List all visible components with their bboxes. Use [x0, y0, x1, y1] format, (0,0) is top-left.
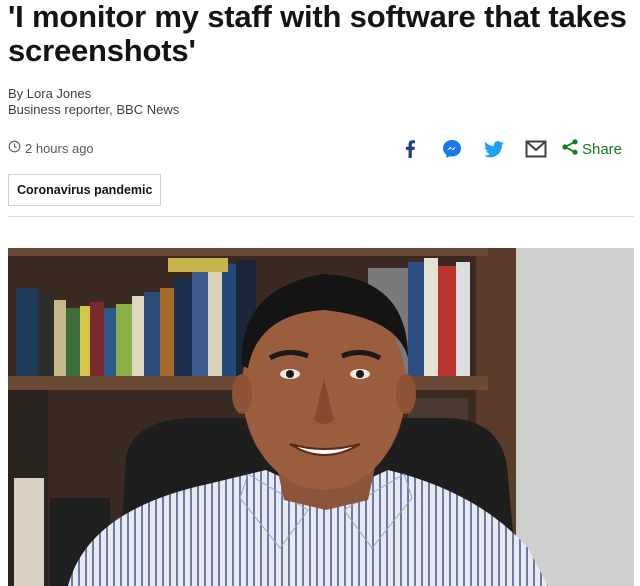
twitter-icon[interactable] [482, 137, 506, 161]
author-role: Business reporter, BBC News [8, 102, 180, 117]
share-toolbar: Share [398, 136, 622, 162]
timestamp-text: 2 hours ago [25, 140, 94, 156]
divider [8, 216, 634, 217]
facebook-icon[interactable] [398, 137, 422, 161]
timestamp: 2 hours ago [8, 140, 94, 156]
clock-icon [8, 140, 21, 156]
email-icon[interactable] [524, 137, 548, 161]
article-headline: 'I monitor my staff with software that t… [8, 0, 627, 68]
messenger-icon[interactable] [440, 137, 464, 161]
share-button[interactable]: Share [562, 139, 622, 159]
article-photo [8, 248, 634, 586]
meta-row: 2 hours ago Share [8, 136, 634, 162]
share-label: Share [581, 140, 622, 158]
byline: By Lora Jones Business reporter, BBC New… [8, 86, 179, 118]
topic-tag[interactable]: Coronavirus pandemic [8, 174, 162, 206]
share-icon [562, 139, 578, 159]
author-name[interactable]: By Lora Jones [8, 86, 179, 102]
